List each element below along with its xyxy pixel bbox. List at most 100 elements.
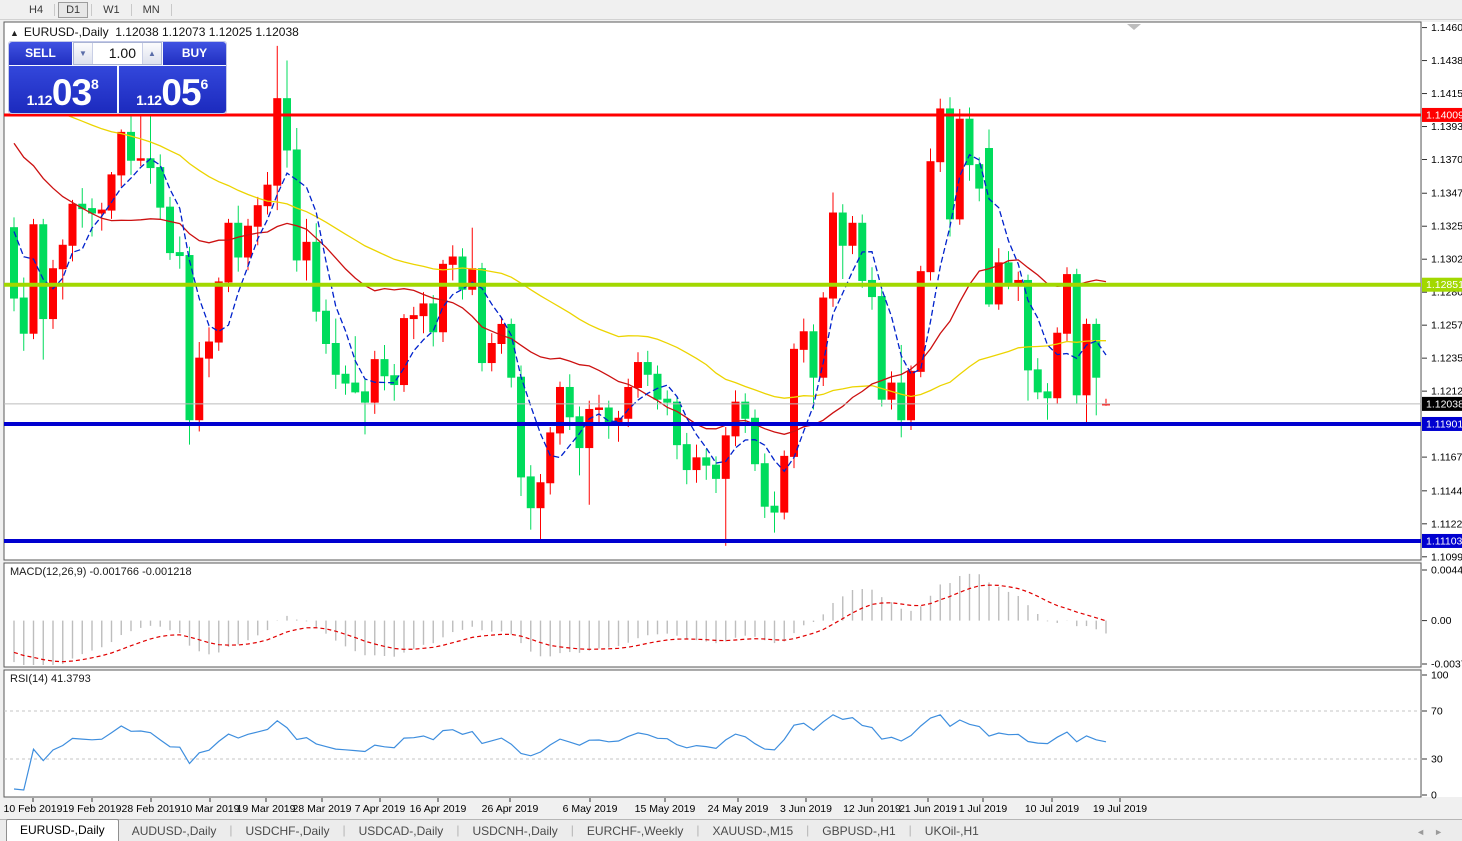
tab-xauusd-m15[interactable]: XAUUSD-,M15	[699, 821, 806, 841]
candle-body	[838, 212, 847, 246]
candle-body	[809, 331, 818, 378]
candle-body	[760, 463, 769, 507]
candle-body	[790, 348, 798, 457]
candle-body	[400, 318, 408, 386]
candle-body	[682, 444, 691, 471]
tab-eurchf-weekly[interactable]: EURCHF-,Weekly	[574, 821, 696, 841]
tab-audusd-daily[interactable]: AUDUSD-,Daily	[119, 821, 230, 841]
tab-scroll-right-icon: ►	[1434, 827, 1452, 837]
candle-body	[546, 432, 555, 484]
volume-field[interactable]: 1.00	[93, 43, 142, 64]
sell-button[interactable]: SELL	[9, 42, 72, 65]
volume-decrease-icon[interactable]: ▼	[74, 43, 93, 64]
candle-body	[68, 203, 77, 246]
date-axis-label: 28 Feb 2019	[122, 803, 181, 815]
candle-body	[166, 206, 174, 254]
candle-body	[273, 98, 282, 186]
tab-usdchf-daily[interactable]: USDCHF-,Daily	[233, 821, 343, 841]
ask-price-panel[interactable]: 1.12 05 6	[118, 66, 226, 113]
candle-body	[585, 408, 594, 449]
candle-body	[487, 342, 496, 364]
collapse-panel-icon[interactable]: ▲	[10, 28, 19, 38]
candle-body	[536, 482, 545, 509]
rsi-axis-label: 70	[1431, 706, 1443, 718]
candle-body	[49, 268, 57, 320]
volume-increase-icon[interactable]: ▲	[142, 43, 161, 64]
candle-body	[877, 296, 886, 400]
candle-body	[419, 303, 428, 317]
candle-body	[731, 401, 740, 437]
ask-price-big-digits: 05	[161, 72, 201, 113]
price-axis-label: 1.13930	[1431, 121, 1462, 133]
rsi-value: 41.3793	[50, 673, 91, 685]
candle-body	[517, 376, 525, 478]
tab-usdcnh-daily[interactable]: USDCNH-,Daily	[459, 821, 570, 841]
price-axis-label: 1.11445	[1431, 485, 1462, 497]
symbol-title: EURUSD-,Daily	[23, 25, 109, 39]
candle-body	[955, 118, 964, 220]
candle-body	[712, 464, 720, 479]
price-chart-canvas[interactable]: 1.14605 1.14380 1.14155 1.13930 1.13705 1.134…	[0, 0, 1462, 841]
candle-body	[97, 209, 106, 214]
rsi-pane[interactable]	[3, 669, 1422, 798]
date-axis-label: 15 May 2019	[635, 803, 696, 815]
candle-body	[429, 303, 438, 333]
candle-body	[643, 362, 652, 375]
candle-body	[283, 98, 291, 151]
price-axis-label: 1.11220	[1431, 518, 1462, 530]
candle-body	[361, 391, 369, 403]
date-axis-label: 19 Jul 2019	[1093, 803, 1147, 815]
price-axis-label: 1.10995	[1431, 551, 1462, 563]
candle-body	[936, 108, 945, 163]
date-axis-label: 1 Jul 2019	[959, 803, 1008, 815]
macd-axis-label: 0.004465	[1431, 565, 1462, 577]
candle-body	[624, 386, 633, 419]
tab-scroll-arrows[interactable]: ◄►	[1416, 827, 1452, 837]
candle-body	[985, 148, 993, 305]
buy-button[interactable]: BUY	[163, 42, 226, 65]
volume-stepper: ▼ 1.00 ▲	[73, 42, 162, 65]
price-axis-badge-label: 1.12038	[1426, 398, 1462, 410]
candle-body	[409, 315, 418, 320]
candle-body	[58, 244, 67, 270]
tab-ukoil-h1[interactable]: UKOil-,H1	[912, 821, 992, 841]
candle-body	[702, 457, 711, 466]
macd-pane[interactable]	[3, 562, 1422, 668]
candle-body	[595, 407, 603, 410]
bid-price-pipette: 8	[91, 76, 99, 92]
tab-gbpusd-h1[interactable]: GBPUSD-,H1	[809, 821, 908, 841]
candle-body	[39, 224, 48, 320]
candle-body	[351, 382, 360, 393]
tab-eurusd-daily[interactable]: EURUSD-,Daily	[6, 819, 119, 841]
price-axis-badge-label: 1.12851	[1426, 279, 1462, 291]
macd-label: MACD(12,26,9) -0.001766 -0.001218	[10, 566, 192, 578]
candle-body	[117, 131, 126, 176]
date-axis-label: 19 Feb 2019	[63, 803, 122, 815]
candle-body	[448, 256, 457, 265]
price-axis-label: 1.13250	[1431, 221, 1462, 233]
candle-body	[341, 373, 350, 384]
candle-body	[819, 297, 828, 378]
bid-price-panel[interactable]: 1.12 03 8	[9, 66, 117, 113]
rsi-axis-label: 100	[1431, 670, 1449, 682]
candle-body	[1004, 262, 1013, 286]
candle-body	[205, 341, 213, 359]
date-axis-label: 12 Jun 2019	[843, 803, 901, 815]
price-axis-label: 1.12575	[1431, 320, 1462, 332]
candle-body	[526, 476, 535, 509]
candle-body	[29, 224, 38, 334]
candle-body	[556, 386, 564, 434]
date-axis-label: 19 Mar 2019	[237, 803, 296, 815]
ohlc-readout: 1.12038 1.12073 1.12025 1.12038	[115, 25, 299, 39]
candle-body	[185, 255, 194, 421]
candle-body	[946, 108, 954, 220]
candle-body	[175, 252, 184, 257]
tab-usdcad-daily[interactable]: USDCAD-,Daily	[346, 821, 457, 841]
candle-body	[244, 225, 252, 258]
candle-body	[302, 241, 311, 261]
date-axis-label: 3 Jun 2019	[780, 803, 832, 815]
candle-body	[565, 386, 574, 418]
candle-body	[507, 323, 516, 378]
candle-body	[224, 222, 233, 283]
candle-body	[380, 359, 389, 377]
